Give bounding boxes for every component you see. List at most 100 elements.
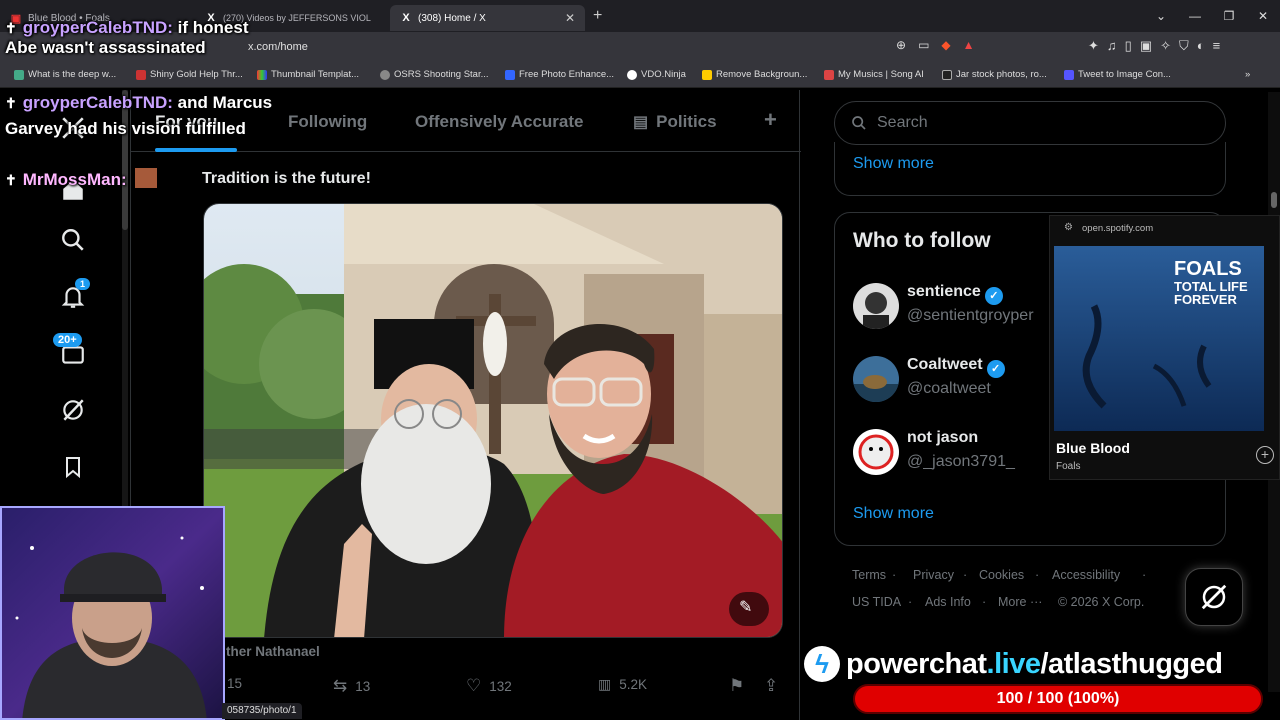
sidebar-icon[interactable]: ▯: [1125, 38, 1132, 54]
search-input[interactable]: Search: [834, 101, 1226, 145]
bookmark-item[interactable]: What is the deep w...: [14, 69, 116, 80]
cross-icon: ✝: [5, 95, 17, 111]
menu-icon[interactable]: ≡: [1213, 38, 1221, 54]
share-icon[interactable]: ⇪: [764, 676, 778, 696]
extensions-icon[interactable]: ✦: [1088, 38, 1099, 54]
grok-nav-icon[interactable]: [58, 395, 88, 425]
cross-icon: ✝: [5, 172, 17, 188]
track-artist[interactable]: Foals: [1056, 461, 1080, 472]
chat-message: ✝ MrMossMan:: [5, 168, 158, 190]
media-icon[interactable]: ♫: [1107, 38, 1117, 54]
search-nav-icon[interactable]: [58, 225, 88, 255]
spotify-popup: ⚙ open.spotify.com FOALS TOTAL LIFE FORE…: [1049, 215, 1280, 480]
footer-link[interactable]: US TIDA: [852, 595, 901, 609]
bookmark-item[interactable]: Tweet to Image Con...: [1064, 69, 1171, 80]
album-art[interactable]: FOALS TOTAL LIFE FOREVER: [1054, 246, 1264, 431]
bookmark-item[interactable]: OSRS Shooting Star...: [380, 69, 489, 80]
tab-title: (308) Home / X: [418, 12, 486, 24]
user-name: Coaltweet ✓: [907, 356, 1005, 378]
tab-politics[interactable]: ▤ Politics: [633, 112, 717, 132]
footer-link[interactable]: Privacy: [913, 568, 954, 582]
footer-link[interactable]: Cookies: [979, 568, 1024, 582]
tab-list-icon[interactable]: ⌄: [1144, 9, 1178, 23]
address-icons: ⊕ ▭ ◆ ▲: [896, 38, 975, 52]
list-icon: ▤: [633, 114, 649, 131]
zoom-icon[interactable]: ⊕: [896, 38, 906, 52]
tweet-photo[interactable]: ✎: [203, 203, 783, 638]
goal-label: 100 / 100 (100%): [996, 690, 1120, 707]
browser-tab-home[interactable]: X (308) Home / X ✕: [390, 5, 585, 31]
window-controls: ⌄ — ❐ ✕: [1144, 0, 1280, 32]
spotify-settings-icon[interactable]: ⚙: [1064, 222, 1073, 233]
grok-button[interactable]: [1185, 568, 1243, 626]
chat-emote-icon: [135, 168, 158, 188]
footer-link[interactable]: More ···: [998, 595, 1042, 609]
footer-link[interactable]: Accessibility: [1052, 568, 1120, 582]
leo-icon[interactable]: ✧: [1160, 38, 1171, 54]
tab-following[interactable]: Following: [288, 112, 367, 132]
like-count: 132: [489, 678, 512, 694]
x-favicon-icon: X: [402, 12, 410, 24]
chat-message: ✝ groyperCalebTND: and Marcus Garvey had …: [5, 90, 280, 142]
rewards-icon[interactable]: ▲: [963, 38, 975, 52]
bookmark-item[interactable]: My Musics | Song AI: [824, 69, 924, 80]
lightning-icon: ϟ: [804, 646, 840, 682]
profile-icon[interactable]: ◐: [1197, 38, 1205, 54]
tweet-actions: 15 ⇆ 13 ♡ 132 ▥ 5.2K ⚑ ⇪: [131, 676, 801, 696]
views-count: 5.2K: [619, 677, 648, 692]
close-tab-icon[interactable]: ✕: [565, 11, 575, 25]
search-placeholder: Search: [877, 114, 928, 131]
quote-author[interactable]: ther Nathanael: [226, 644, 320, 659]
user-handle: @sentientgroyper: [907, 307, 1034, 324]
maximize-icon[interactable]: ❐: [1212, 9, 1246, 23]
bookmark-item[interactable]: Shiny Gold Help Thr...: [136, 69, 243, 80]
show-more-follow[interactable]: Show more: [853, 505, 934, 523]
footer-link[interactable]: Ads Info: [925, 595, 971, 609]
bookmark-item[interactable]: Thumbnail Templat...: [257, 69, 359, 80]
powerchat-overlay: ϟ powerchat.live/atlasthugged 100 / 100 …: [800, 644, 1280, 720]
album-title-line2: TOTAL LIFE FOREVER: [1174, 279, 1248, 307]
footer-link[interactable]: Terms: [852, 568, 886, 582]
chat-username: groyperCalebTND:: [22, 18, 173, 37]
show-more-trends[interactable]: Show more: [853, 155, 934, 173]
minimize-icon[interactable]: —: [1178, 9, 1212, 23]
views-button[interactable]: ▥ 5.2K: [598, 676, 647, 693]
active-tab-indicator: [155, 148, 237, 152]
more-bookmarks-icon[interactable]: »: [1245, 69, 1250, 80]
bookmark-item[interactable]: Jar stock photos, ro...: [942, 69, 1047, 80]
vpn-icon[interactable]: ⛉: [1179, 38, 1189, 54]
user-name: sentience ✓: [907, 283, 1003, 305]
user-name: not jason: [907, 429, 979, 446]
bookmark-item[interactable]: Free Photo Enhance...: [505, 69, 614, 80]
bookmarks-bar: What is the deep w... Shiny Gold Help Th…: [0, 64, 1280, 88]
brave-shield-icon[interactable]: ◆: [941, 38, 950, 52]
user-handle: @coaltweet: [907, 380, 991, 397]
close-window-icon[interactable]: ✕: [1246, 9, 1280, 23]
user-handle: @_jason3791_: [907, 453, 1015, 470]
add-tab-icon[interactable]: +: [764, 107, 777, 133]
powerchat-url: powerchat.live/atlasthugged: [846, 648, 1223, 680]
spotify-domain: open.spotify.com: [1082, 223, 1154, 234]
wallet-icon[interactable]: ▣: [1140, 38, 1152, 54]
bookmark-item[interactable]: Remove Backgroun...: [702, 69, 807, 80]
tab-offensively-accurate[interactable]: Offensively Accurate: [415, 112, 584, 132]
album-title-line1: FOALS: [1174, 258, 1242, 280]
tab-politics-label: Politics: [656, 112, 717, 131]
chat-message: ✝ groyperCalebTND: if honest Abe wasn't a…: [5, 18, 280, 58]
repost-button[interactable]: ⇆ 13: [333, 676, 370, 696]
bookmarks-icon[interactable]: [58, 452, 88, 482]
search-icon: [852, 116, 866, 130]
like-button[interactable]: ♡ 132: [466, 676, 512, 696]
add-to-library-icon[interactable]: +: [1256, 446, 1274, 464]
bookmark-item[interactable]: VDO.Ninja: [627, 69, 686, 80]
reply-button[interactable]: 15: [227, 676, 242, 691]
track-title[interactable]: Blue Blood: [1056, 440, 1130, 456]
notifications-badge: 1: [75, 278, 91, 290]
avatar: [853, 429, 899, 475]
cast-icon[interactable]: ▭: [918, 38, 929, 52]
new-tab-icon[interactable]: +: [593, 7, 602, 25]
chat-username: MrMossMan:: [22, 170, 127, 189]
edit-image-icon[interactable]: ✎: [739, 597, 752, 617]
cross-icon: ✝: [5, 20, 17, 36]
bookmark-tweet-icon[interactable]: ⚑: [729, 676, 744, 696]
